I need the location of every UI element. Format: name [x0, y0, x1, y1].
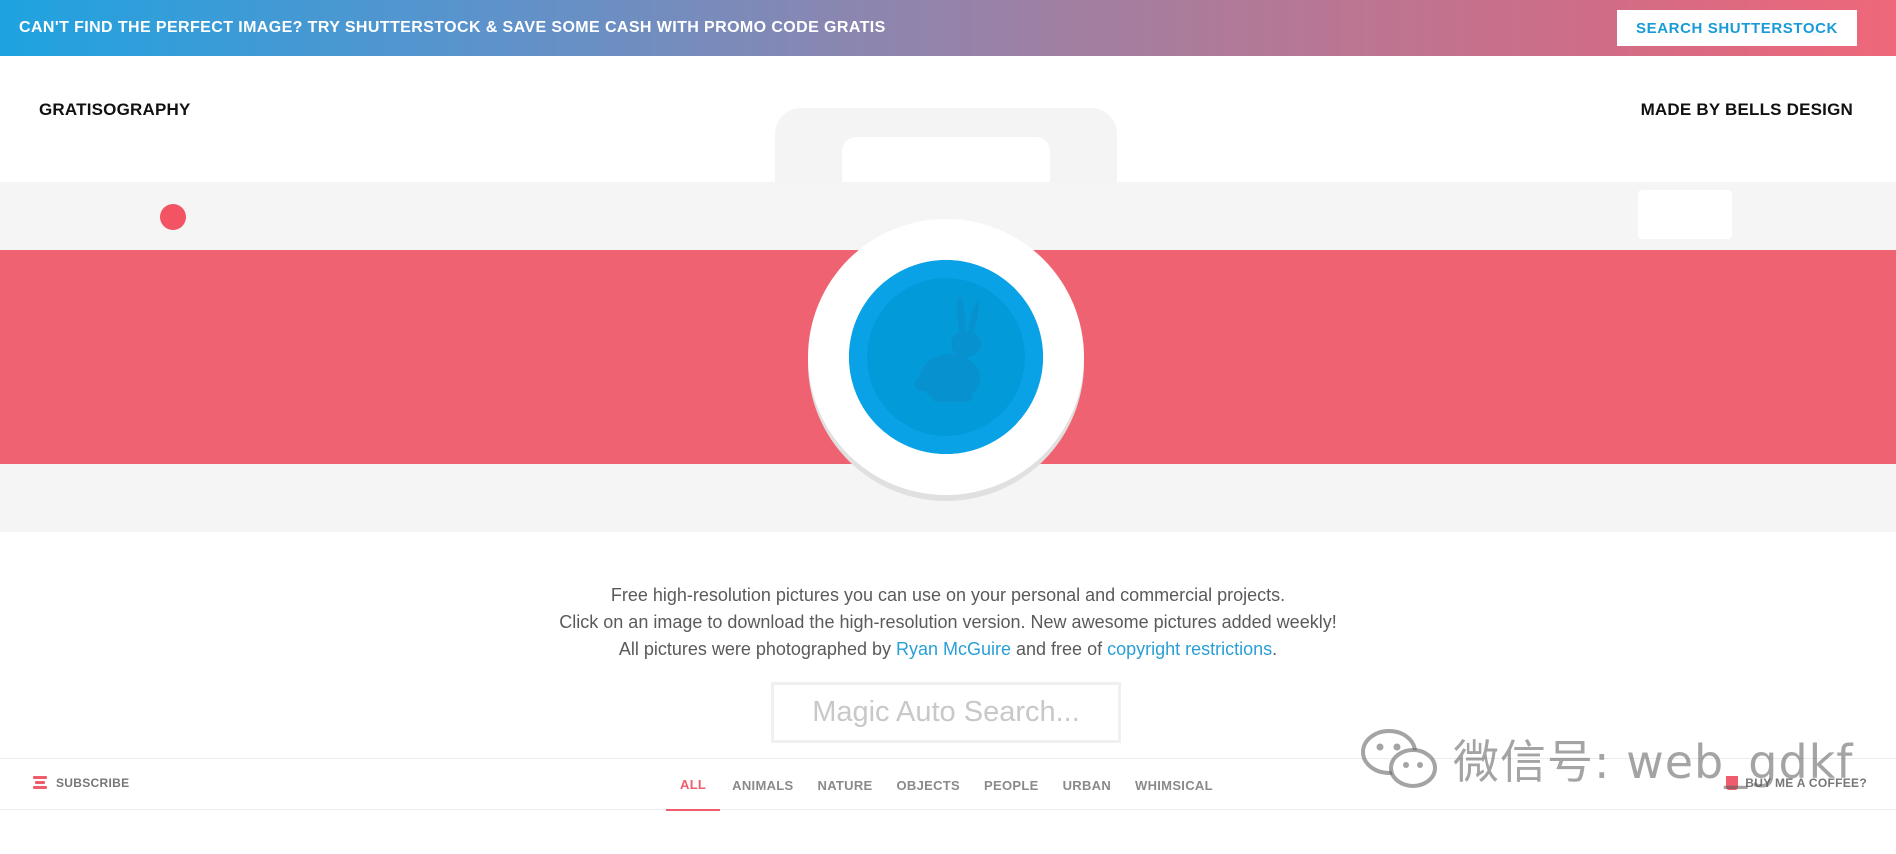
category-tabs: ALL ANIMALS NATURE OBJECTS PEOPLE URBAN …	[666, 759, 1225, 811]
author-link[interactable]: Ryan McGuire	[896, 639, 1011, 659]
rabbit-icon	[915, 296, 981, 402]
search-input[interactable]	[774, 685, 1118, 740]
camera-top-handle-inner	[842, 137, 1050, 188]
brand-logo-link[interactable]: GRATISOGRAPHY	[39, 100, 191, 120]
search-box	[771, 682, 1121, 743]
subscribe-label: SUBSCRIBE	[56, 776, 130, 790]
tagline-line-2: Click on an image to download the high-r…	[559, 612, 1337, 632]
site-tagline: Free high-resolution pictures you can us…	[0, 582, 1896, 663]
tagline-line-3-prefix: All pictures were photographed by	[618, 639, 896, 659]
search-shutterstock-button[interactable]: SEARCH SHUTTERSTOCK	[1617, 10, 1857, 46]
menu-lines-icon	[33, 776, 47, 790]
promo-text: CAN'T FIND THE PERFECT IMAGE? TRY SHUTTE…	[19, 19, 886, 36]
category-nav: SUBSCRIBE ALL ANIMALS NATURE OBJECTS PEO…	[0, 758, 1896, 811]
tab-animals[interactable]: ANIMALS	[720, 759, 805, 811]
tab-nature[interactable]: NATURE	[806, 759, 885, 811]
copyright-link[interactable]: copyright restrictions	[1107, 639, 1272, 659]
tagline-line-3-middle: and free of	[1011, 639, 1108, 659]
tagline-line-1: Free high-resolution pictures you can us…	[610, 585, 1286, 605]
tagline-line-3-suffix: .	[1272, 639, 1278, 659]
tab-objects[interactable]: OBJECTS	[885, 759, 973, 811]
coffee-label: BUY ME A COFFEE?	[1745, 776, 1867, 790]
camera-flash	[1638, 190, 1732, 239]
tab-all[interactable]: ALL	[666, 759, 721, 811]
made-by-link[interactable]: MADE BY BELLS DESIGN	[1641, 100, 1853, 120]
coffee-cup-icon	[1726, 776, 1739, 790]
promo-banner: CAN'T FIND THE PERFECT IMAGE? TRY SHUTTE…	[0, 0, 1896, 56]
buy-coffee-button[interactable]: BUY ME A COFFEE?	[1726, 776, 1867, 790]
tagline-line-3: All pictures were photographed by Ryan M…	[0, 636, 1896, 663]
subscribe-button[interactable]: SUBSCRIBE	[33, 776, 129, 790]
tab-people[interactable]: PEOPLE	[972, 759, 1051, 811]
tab-whimsical[interactable]: WHIMSICAL	[1123, 759, 1225, 811]
tab-urban[interactable]: URBAN	[1051, 759, 1123, 811]
camera-record-dot	[160, 204, 186, 230]
